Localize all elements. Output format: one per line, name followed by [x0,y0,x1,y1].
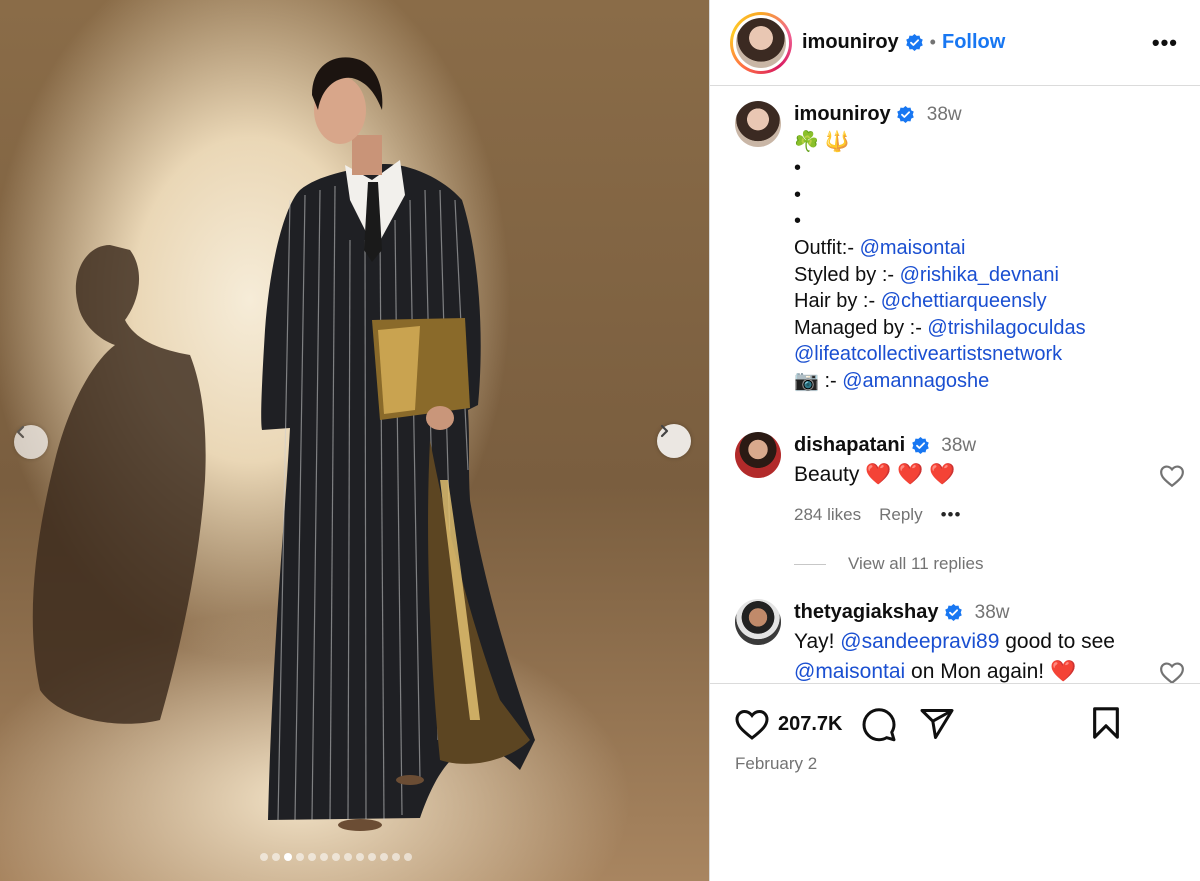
caption: imouniroy 38w ☘️ 🔱 • • • Outfit:- @maiso… [735,101,1174,395]
mention-link[interactable]: @maisontai [860,237,966,259]
header-username[interactable]: imouniroy [802,31,899,54]
post-header: imouniroy • Follow ••• [710,0,1200,86]
caption-bullet: • [794,157,802,180]
caption-hair-label: Hair by :- [794,290,881,313]
caption-bullet: • [794,210,802,233]
caption-camera-line: 📷 :- @amannagoshe [794,368,1174,395]
chevron-left-icon [16,425,25,439]
mention-link[interactable]: @chettiarqueensly [881,290,1047,312]
caption-outfit-label: Outfit:- [794,236,860,259]
verified-badge-icon [945,604,962,622]
comments-section[interactable]: imouniroy 38w ☘️ 🔱 • • • Outfit:- @maiso… [710,87,1200,683]
separator-dot: • [929,32,936,52]
heart-icon[interactable] [734,708,770,741]
caption-camera-label: 📷 :- [794,369,843,392]
comment-username[interactable]: dishapatani [794,434,905,456]
bookmark-icon[interactable] [1091,706,1121,740]
mention-link[interactable]: @sandeepravi89 [840,630,999,653]
post-photo[interactable] [0,0,709,881]
carousel-dot[interactable] [260,853,268,861]
chevron-right-icon [660,424,669,438]
carousel-dot[interactable] [368,853,376,861]
caption-username[interactable]: imouniroy [794,103,891,125]
mention-link[interactable]: @rishika_devnani [900,264,1059,286]
comment-text: Beauty ❤️ ❤️ ❤️ [794,462,956,486]
verified-badge-icon [897,106,914,124]
carousel-dot[interactable] [344,853,352,861]
comment-avatar[interactable] [735,599,781,645]
comment-avatar[interactable] [735,432,781,478]
carousel-dot[interactable] [332,853,340,861]
carousel-dot[interactable] [356,853,364,861]
caption-emoji: ☘️ 🔱 [794,130,850,153]
view-replies-button[interactable]: View all 11 replies [794,554,983,574]
story-ring[interactable] [730,11,792,74]
mention-link[interactable]: @lifeatcollectiveartistsnetwork [794,343,1062,365]
photo-illustration [32,57,535,831]
mention-link[interactable]: @maisontai [794,660,905,683]
replies-divider [794,563,826,565]
carousel-dot[interactable] [392,853,400,861]
comment-username[interactable]: thetyagiakshay [794,601,939,623]
follow-button[interactable]: Follow [942,31,1005,54]
comment-text: on Mon again! ❤️ [905,659,1077,683]
more-options-button[interactable]: ••• [1152,30,1178,56]
carousel-next-button[interactable] [657,424,691,458]
caption-time: 38w [926,104,962,125]
carousel-dot[interactable] [320,853,328,861]
comment-like-icon[interactable] [1159,661,1185,683]
carousel-dot[interactable] [272,853,280,861]
wall-shadow [32,245,206,724]
comment-time: 38w [974,602,1010,623]
carousel-dot[interactable] [380,853,388,861]
comment-text: Yay! [794,629,841,653]
comment-time: 38w [941,435,977,456]
caption-hair-line: Hair by :- @chettiarqueensly [794,288,1174,315]
comment-icon[interactable] [861,706,897,742]
view-replies-label: View all 11 replies [848,554,984,573]
like-count[interactable]: 207.7K [778,713,843,736]
post-date: February 2 [735,754,818,773]
carousel-dot[interactable] [308,853,316,861]
caption-avatar[interactable] [735,101,781,147]
comment-like-icon[interactable] [1159,464,1185,488]
mention-link[interactable]: @amannagoshe [842,370,989,392]
carousel-dot[interactable] [296,853,304,861]
carousel-dot[interactable] [284,853,292,861]
comment-item: dishapatani 38w Beauty ❤️ ❤️ ❤️ 284 like… [735,432,1174,525]
carousel-dot[interactable] [404,853,412,861]
verified-badge-icon [911,437,929,455]
caption-outfit-line: Outfit:- @maisontai [794,235,1174,262]
carousel-dots [260,853,412,861]
caption-styled-label: Styled by :- [794,263,900,286]
caption-managed-line: Managed by :- @trishilagoculdas [794,315,1174,342]
action-bar: 207.7K February 2 [710,683,1200,881]
carousel-prev-button[interactable] [14,425,48,459]
comment-more-button[interactable]: ••• [941,505,962,525]
caption-managed-label: Managed by :- [794,316,928,339]
verified-badge-icon [905,33,923,52]
comment-likes[interactable]: 284 likes [794,505,861,525]
caption-bullet: • [794,183,802,206]
post-side-panel: imouniroy • Follow ••• imouniroy 38w ☘️ … [709,0,1200,881]
comment-text-line: @maisontai on Mon again! ❤️ [794,657,1174,683]
comment-text: good to see [999,629,1115,653]
caption-agency-line: @lifeatcollectiveartistsnetwork [794,341,1174,368]
reply-button[interactable]: Reply [879,505,922,525]
comment-text-line: Yay! @sandeepravi89 good to see [794,627,1174,657]
caption-styled-line: Styled by :- @rishika_devnani [794,262,1174,289]
share-icon[interactable] [919,706,955,742]
avatar [736,17,786,68]
comment-item: thetyagiakshay 38w Yay! @sandeepravi89 g… [735,599,1174,683]
mention-link[interactable]: @trishilagoculdas [927,317,1085,339]
